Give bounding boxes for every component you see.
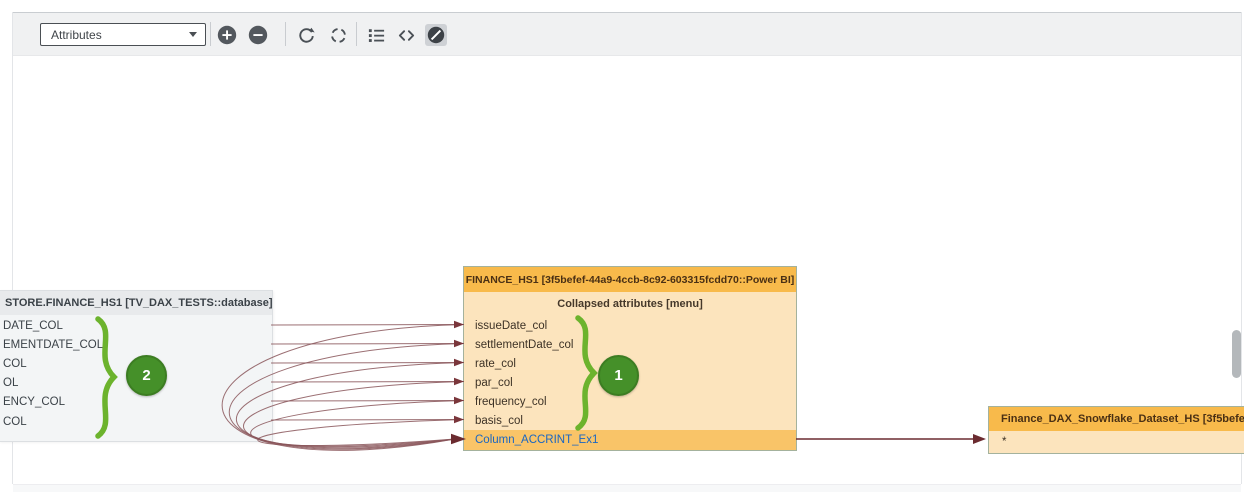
zoom-in-button[interactable] <box>216 24 238 46</box>
attributes-select-value: Attributes <box>51 28 189 42</box>
node-snowflake-dataset[interactable]: Finance_DAX_Snowflake_Dataset_HS [3f5bef… <box>988 406 1244 454</box>
code-icon <box>397 26 416 45</box>
attribute-row[interactable]: COL <box>0 412 272 431</box>
attribute-row[interactable]: DATE_COL <box>0 316 272 335</box>
toolbar-separator <box>356 22 357 46</box>
attribute-row[interactable]: ENCY_COL <box>0 393 272 412</box>
toolbar: Attributes <box>13 13 1241 56</box>
center-view-button[interactable] <box>327 24 349 46</box>
horizontal-scrollbar-track[interactable] <box>13 484 1241 492</box>
node-header[interactable]: STORE.FINANCE_HS1 [TV_DAX_TESTS::databas… <box>0 291 272 315</box>
badge-label: 2 <box>142 367 150 384</box>
minus-circle-icon <box>248 25 268 45</box>
chevron-down-icon <box>189 32 197 37</box>
contrast-toggle-button[interactable] <box>425 24 447 46</box>
attribute-row[interactable]: basis_col <box>464 411 796 430</box>
vertical-scrollbar-thumb[interactable] <box>1232 330 1241 378</box>
zoom-out-button[interactable] <box>247 24 269 46</box>
badge-label: 1 <box>614 367 622 384</box>
attribute-row-highlighted[interactable]: Column_ACCRINT_Ex1 <box>464 430 796 450</box>
crosshair-icon <box>329 26 348 45</box>
annotation-badge-1[interactable]: 1 <box>598 355 639 396</box>
refresh-icon <box>297 26 316 45</box>
contrast-icon <box>426 25 446 45</box>
list-icon <box>367 26 386 45</box>
attribute-row[interactable]: * <box>989 431 1244 453</box>
attribute-row[interactable]: issueDate_col <box>464 316 796 335</box>
code-view-button[interactable] <box>395 24 417 46</box>
collapsed-attributes-menu[interactable]: Collapsed attributes [menu] <box>464 292 796 316</box>
list-view-button[interactable] <box>365 24 387 46</box>
node-header[interactable]: FINANCE_HS1 [3f5befef-44a9-4ccb-8c92-603… <box>464 267 796 292</box>
plus-circle-icon <box>217 25 237 45</box>
attribute-row[interactable]: frequency_col <box>464 392 796 411</box>
toolbar-separator <box>285 22 286 46</box>
annotation-badge-2[interactable]: 2 <box>126 355 167 396</box>
toolbar-separator <box>210 22 211 46</box>
attributes-select[interactable]: Attributes <box>40 23 206 46</box>
lineage-canvas: Attributes <box>0 0 1244 492</box>
attribute-list: * <box>989 431 1244 453</box>
node-header[interactable]: Finance_DAX_Snowflake_Dataset_HS [3f5bef… <box>989 407 1244 431</box>
attribute-row[interactable]: settlementDate_col <box>464 335 796 354</box>
refresh-button[interactable] <box>295 24 317 46</box>
attribute-row[interactable]: EMENTDATE_COL <box>0 335 272 354</box>
